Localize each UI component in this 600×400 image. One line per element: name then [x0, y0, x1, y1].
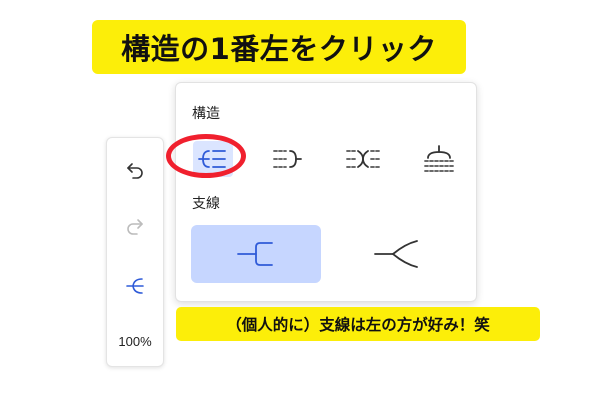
redo-button[interactable]	[119, 210, 151, 242]
structure-option-down[interactable]	[419, 141, 459, 177]
undo-button[interactable]	[119, 154, 151, 186]
structure-section-label: 構造	[192, 106, 220, 122]
undo-icon	[127, 163, 143, 179]
branch-elbow-icon	[237, 242, 273, 266]
comment-caption: （個人的に）支線は左の方が好み！笑	[176, 307, 540, 341]
structure-right-icon	[273, 150, 302, 168]
zoom-level[interactable]: 100%	[107, 334, 163, 349]
comment-caption-text: （個人的に）支線は左の方が好み！笑	[226, 316, 490, 334]
branch-curve-icon	[374, 240, 418, 268]
mindmap-structure-icon	[126, 278, 144, 294]
redo-icon	[127, 219, 143, 235]
structure-option-both-sides[interactable]	[343, 141, 383, 177]
branch-option-curve[interactable]	[332, 225, 462, 283]
structure-both-sides-icon	[346, 150, 380, 168]
branch-option-elbow[interactable]	[191, 225, 321, 283]
structure-button[interactable]	[119, 270, 151, 302]
structure-down-icon	[424, 145, 454, 172]
instruction-banner: 構造の1番左をクリック	[92, 20, 466, 74]
layout-panel: 構造 支線	[175, 82, 477, 302]
highlight-circle	[166, 134, 246, 178]
branch-section-label: 支線	[192, 196, 220, 212]
instruction-banner-text: 構造の1番左をクリック	[121, 32, 437, 66]
structure-option-right[interactable]	[267, 141, 307, 177]
vertical-toolbar: 100%	[106, 137, 164, 367]
